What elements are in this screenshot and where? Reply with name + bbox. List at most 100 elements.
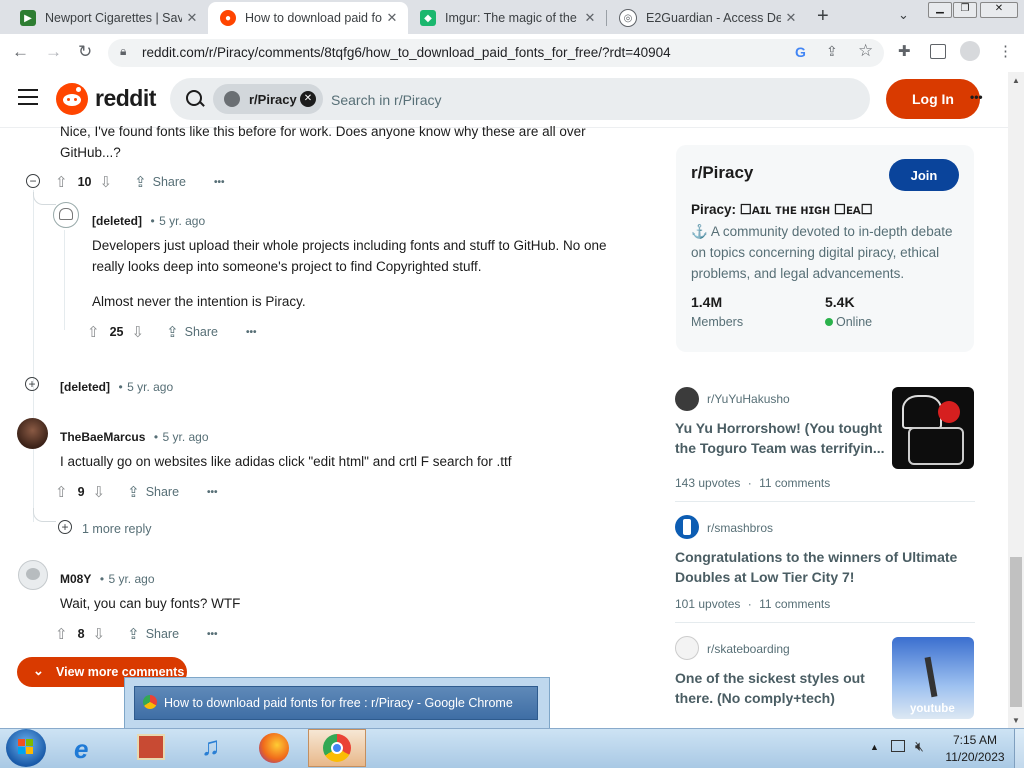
comment-more-icon[interactable]: ••• (207, 487, 218, 498)
close-icon[interactable]: ✕ (182, 10, 202, 26)
login-button[interactable]: Log In (886, 79, 980, 119)
minimize-button[interactable]: ▁ (928, 2, 952, 18)
username[interactable]: [deleted] (92, 214, 142, 228)
hamburger-menu-icon[interactable] (18, 89, 38, 91)
start-button[interactable] (6, 729, 46, 767)
share-button[interactable]: Share (185, 325, 218, 339)
downvote-icon[interactable]: ⇩ (99, 173, 112, 191)
deleted-user-avatar (53, 202, 79, 228)
share-button[interactable]: Share (153, 175, 186, 189)
upvote-icon[interactable]: ⇧ (87, 323, 100, 341)
user-avatar[interactable] (17, 418, 48, 449)
share-icon[interactable]: ⇪ (166, 323, 179, 341)
timestamp[interactable]: 5 yr. ago (159, 214, 205, 228)
upvote-count: 101 upvotes (675, 597, 741, 611)
timestamp[interactable]: 5 yr. ago (127, 380, 173, 394)
username[interactable]: TheBaeMarcus (60, 430, 145, 444)
store-app-icon[interactable] (137, 734, 165, 760)
upvote-icon[interactable]: ⇧ (55, 483, 68, 501)
show-desktop-button[interactable] (1014, 729, 1024, 768)
post-title[interactable]: One of the sickest styles out there. (No… (675, 668, 875, 708)
clock-time[interactable]: 7:15 AM (945, 733, 1005, 747)
subreddit-description: ⚓ A community devoted to in-depth debate… (691, 224, 953, 281)
network-icon[interactable] (891, 740, 905, 752)
close-icon[interactable]: ✕ (580, 10, 600, 26)
chrome-menu-icon[interactable]: ⋮ (998, 42, 1013, 60)
tab-imgur[interactable]: ◆ Imgur: The magic of the ✕ (408, 2, 606, 34)
subreddit-name[interactable]: r/Piracy (691, 163, 753, 183)
preview-window-button[interactable]: How to download paid fonts for free : r/… (134, 686, 538, 720)
forward-arrow-icon[interactable]: → (45, 42, 62, 62)
restore-button[interactable]: ❐ (953, 2, 977, 18)
comment-more-icon[interactable]: ••• (214, 177, 225, 188)
comment-more-icon[interactable]: ••• (207, 629, 218, 640)
window-close-button[interactable]: ✕ (980, 2, 1018, 18)
back-arrow-icon[interactable]: ← (12, 42, 29, 62)
share-icon[interactable]: ⇪ (127, 483, 140, 501)
subreddit-avatar[interactable] (675, 636, 699, 660)
scrollbar-thumb[interactable] (1010, 557, 1022, 707)
extensions-puzzle-icon[interactable]: ✚ (898, 42, 911, 60)
upvote-icon[interactable]: ⇧ (55, 625, 68, 643)
tab-newport[interactable]: ▶ Newport Cigarettes | Sav ✕ (8, 2, 208, 34)
tab-e2guardian[interactable]: ◎ E2Guardian - Access Den ✕ (607, 2, 807, 34)
post-title[interactable]: Yu Yu Horrorshow! (You tought the Toguro… (675, 418, 885, 458)
tray-expand-icon[interactable]: ▲ (870, 742, 879, 752)
subreddit-avatar[interactable] (675, 387, 699, 411)
share-page-icon[interactable]: ⇪ (826, 43, 838, 60)
post-subreddit[interactable]: r/YuYuHakusho (707, 392, 790, 406)
reddit-logo-icon[interactable] (56, 83, 88, 115)
firefox-icon[interactable] (259, 733, 289, 763)
reload-icon[interactable]: ↻ (78, 42, 92, 62)
bookmark-star-icon[interactable]: ☆ (858, 41, 873, 61)
tab-search-chevron-icon[interactable]: ⌄ (898, 7, 909, 23)
downvote-icon[interactable]: ⇩ (93, 625, 106, 643)
username[interactable]: M08Y (60, 572, 91, 586)
post-thumbnail[interactable] (892, 387, 974, 469)
comment-actions: ⇧ 8 ⇩ ⇪ Share ••• (55, 624, 218, 644)
share-button[interactable]: Share (146, 485, 179, 499)
volume-muted-icon[interactable]: 🔇︎ (915, 738, 924, 755)
expand-replies-icon[interactable]: + (58, 520, 72, 534)
search-input[interactable]: Search in r/Piracy (331, 92, 441, 108)
downvote-icon[interactable]: ⇩ (131, 323, 144, 341)
media-player-icon[interactable]: ♫ (201, 731, 221, 762)
subreddit-avatar[interactable] (675, 515, 699, 539)
profile-avatar-icon[interactable] (960, 41, 980, 61)
post-title[interactable]: Congratulations to the winners of Ultima… (675, 547, 975, 587)
internet-explorer-icon[interactable]: e (74, 734, 88, 765)
close-icon[interactable]: ✕ (781, 10, 801, 26)
username[interactable]: [deleted] (60, 380, 110, 394)
more-replies-link[interactable]: 1 more reply (82, 522, 151, 536)
new-tab-button[interactable]: + (817, 5, 829, 28)
expand-thread-icon[interactable]: + (25, 377, 39, 391)
post-subreddit[interactable]: r/smashbros (707, 521, 773, 535)
downvote-icon[interactable]: ⇩ (93, 483, 106, 501)
timestamp[interactable]: 5 yr. ago (108, 572, 154, 586)
lock-icon[interactable]: 🔒︎ (120, 44, 126, 59)
post-subreddit[interactable]: r/skateboarding (707, 642, 790, 656)
side-panel-icon[interactable] (930, 44, 946, 59)
upvote-icon[interactable]: ⇧ (55, 173, 68, 191)
url-text[interactable]: reddit.com/r/Piracy/comments/8tqfg6/how_… (142, 45, 671, 60)
scroll-down-arrow-icon[interactable]: ▼ (1012, 716, 1020, 725)
share-icon[interactable]: ⇪ (127, 625, 140, 643)
share-icon[interactable]: ⇪ (134, 173, 147, 191)
comment-header: TheBaeMarcus • 5 yr. ago (60, 430, 209, 444)
clock-date[interactable]: 11/20/2023 (940, 750, 1010, 764)
join-button[interactable]: Join (889, 159, 959, 191)
google-lens-icon[interactable]: G (795, 44, 806, 60)
comment-more-icon[interactable]: ••• (246, 327, 257, 338)
reddit-wordmark[interactable]: reddit (95, 85, 156, 112)
chrome-taskbar-button[interactable] (308, 729, 366, 767)
close-icon[interactable]: ✕ (382, 10, 402, 26)
more-options-icon[interactable]: ••• (970, 90, 983, 104)
post-thumbnail[interactable]: youtube (892, 637, 974, 719)
share-button[interactable]: Share (146, 627, 179, 641)
tab-reddit-active[interactable]: ● How to download paid fo ✕ (208, 2, 408, 34)
collapse-thread-icon[interactable]: − (26, 174, 40, 188)
timestamp[interactable]: 5 yr. ago (162, 430, 208, 444)
user-avatar[interactable] (18, 560, 48, 590)
scroll-up-arrow-icon[interactable]: ▲ (1012, 76, 1020, 85)
clear-chip-icon[interactable]: ✕ (300, 91, 316, 107)
